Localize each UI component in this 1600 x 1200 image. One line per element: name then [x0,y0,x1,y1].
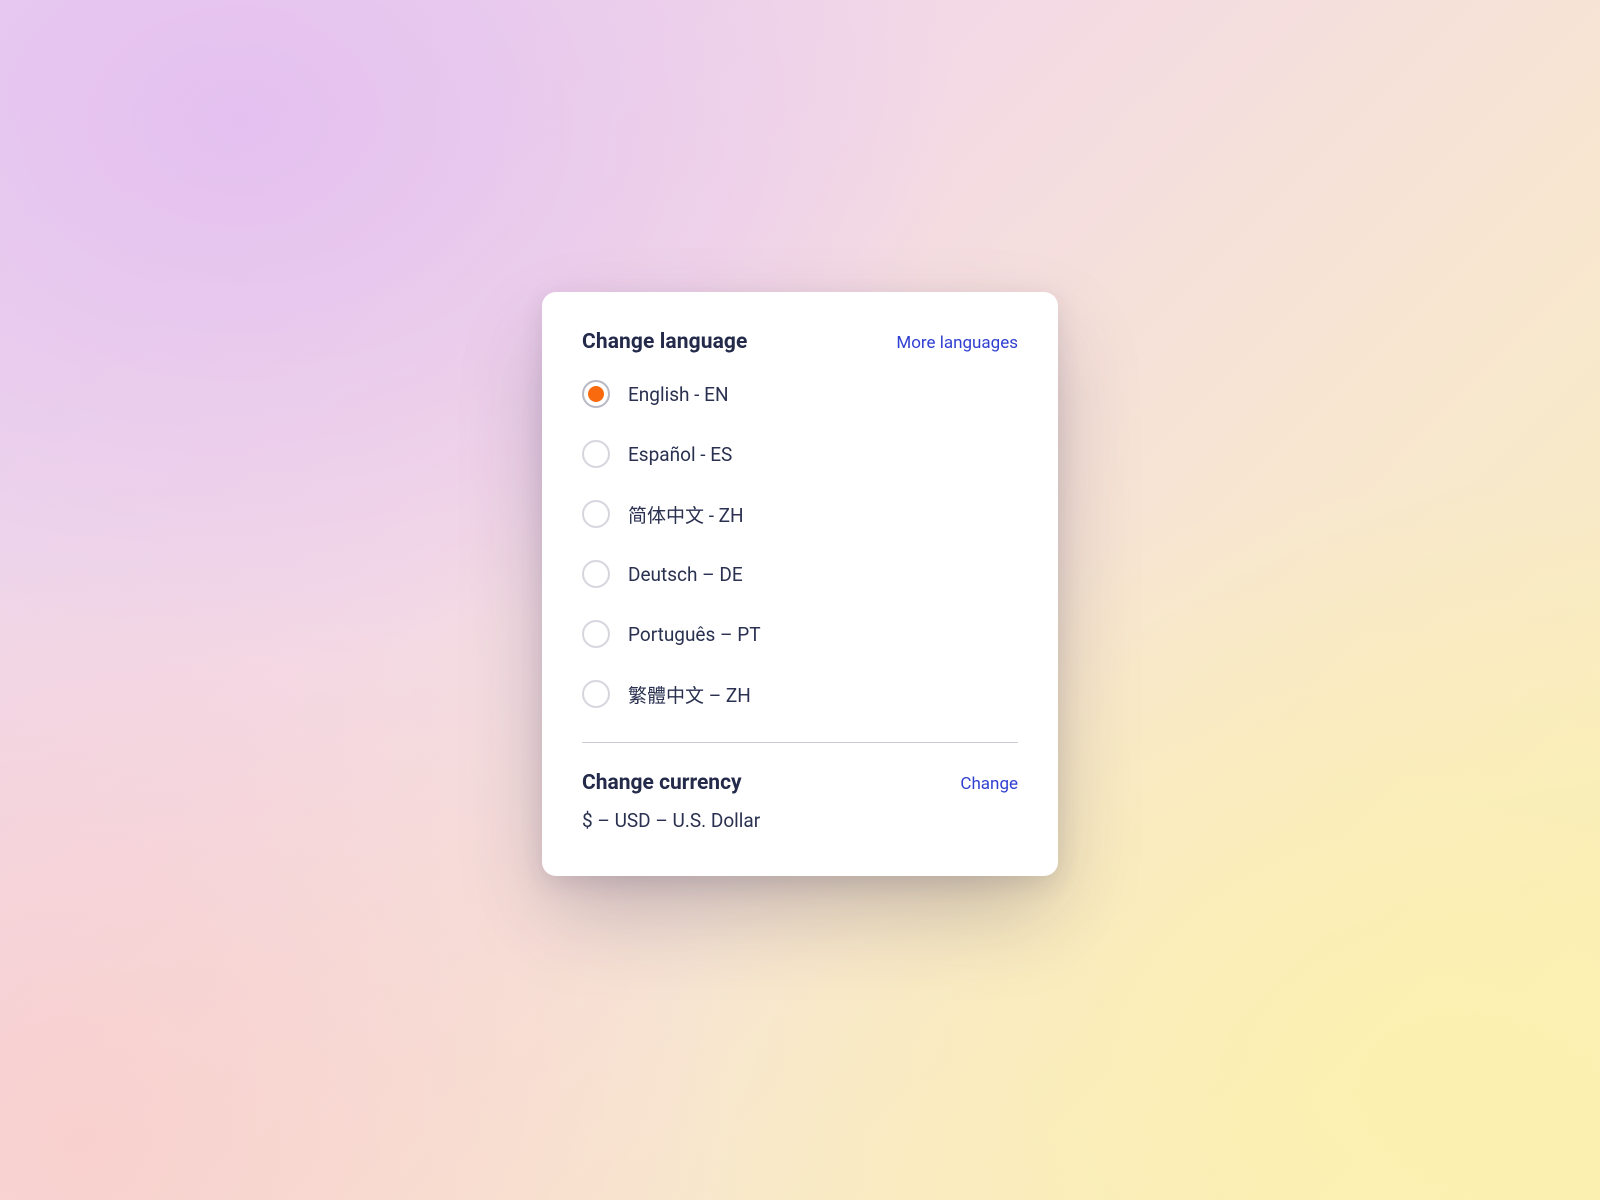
radio-icon [582,500,610,528]
language-title: Change language [582,330,747,354]
currency-current-value: $ – USD – U.S. Dollar [582,809,1018,832]
language-option-espanol[interactable]: Español - ES [582,440,1018,468]
section-divider [582,742,1018,743]
radio-icon [582,560,610,588]
more-languages-link[interactable]: More languages [896,333,1018,353]
settings-card: Change language More languages English -… [542,292,1058,876]
language-option-label: Español - ES [628,443,732,466]
language-option-english[interactable]: English - EN [582,380,1018,408]
language-option-label: 简体中文 - ZH [628,501,744,528]
language-option-label: 繁體中文 – ZH [628,681,751,708]
language-option-list: English - EN Español - ES 简体中文 - ZH Deut… [582,380,1018,708]
language-option-portugues[interactable]: Português – PT [582,620,1018,648]
language-header: Change language More languages [582,330,1018,354]
language-option-simplified-chinese[interactable]: 简体中文 - ZH [582,500,1018,528]
radio-icon [582,440,610,468]
currency-header: Change currency Change [582,771,1018,795]
radio-icon [582,380,610,408]
language-option-deutsch[interactable]: Deutsch – DE [582,560,1018,588]
change-currency-link[interactable]: Change [960,774,1018,794]
currency-title: Change currency [582,771,742,795]
language-option-label: English - EN [628,383,729,406]
language-option-label: Deutsch – DE [628,563,743,586]
radio-icon [582,620,610,648]
radio-icon [582,680,610,708]
language-option-label: Português – PT [628,623,761,646]
language-option-traditional-chinese[interactable]: 繁體中文 – ZH [582,680,1018,708]
